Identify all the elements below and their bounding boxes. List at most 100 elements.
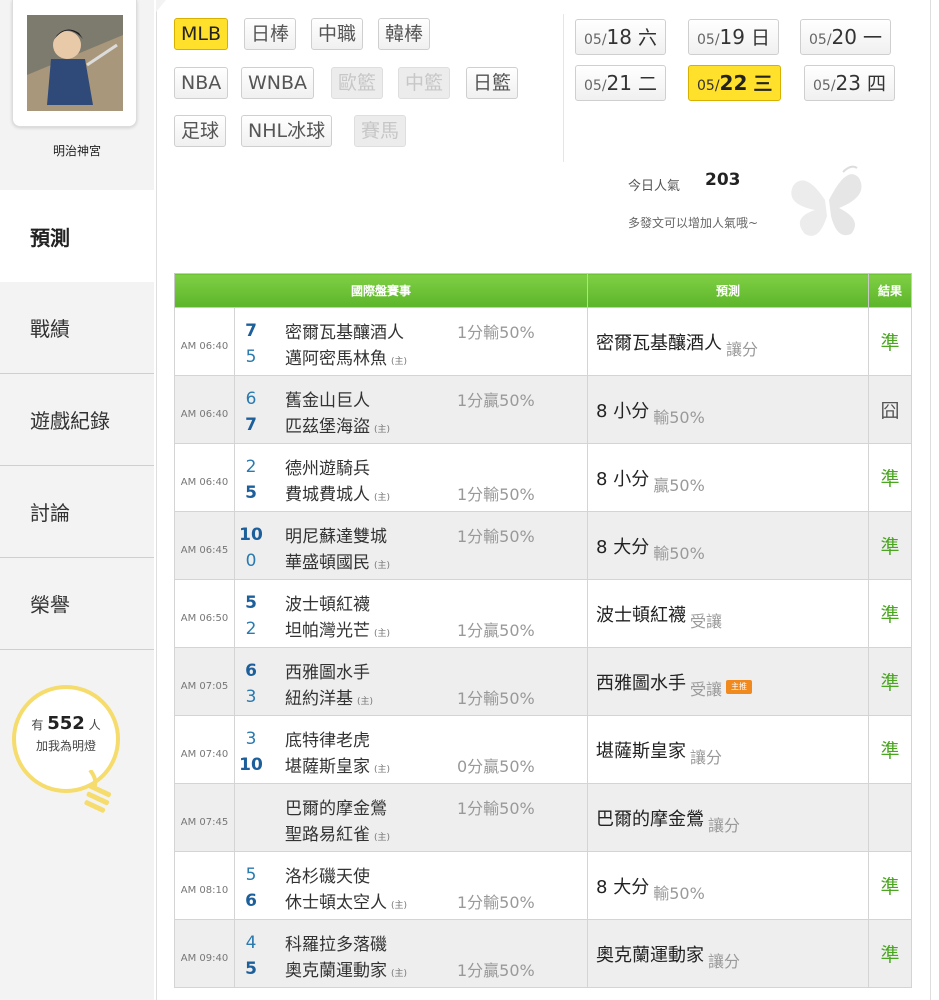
sidebar-item-record[interactable]: 戰績 <box>0 282 154 374</box>
league-tab-soccer[interactable]: 足球 <box>174 115 227 147</box>
league-label: NBA <box>181 72 222 94</box>
away-team[interactable]: 底特律老虎 <box>267 726 457 751</box>
prediction-type: 讓分 <box>708 815 741 835</box>
home-line: 5 邁阿密馬林魚 (主) <box>235 344 587 370</box>
table-row[interactable]: AM 06:40 2 德州遊騎兵 5 費城費城人 (主) 1分輸50% 8 小分 贏50% 準 <box>174 443 913 512</box>
away-team[interactable]: 波士頓紅襪 <box>267 590 457 615</box>
sidebar-item-discussion[interactable]: 討論 <box>0 466 154 558</box>
home-team[interactable]: 華盛頓國民 <box>285 553 370 573</box>
user-name[interactable]: 明治神宮 <box>0 142 154 159</box>
home-team[interactable]: 紐約洋基 <box>285 689 353 709</box>
home-team[interactable]: 邁阿密馬林魚 <box>285 349 387 369</box>
table-row[interactable]: AM 06:45 10 明尼蘇達雙城 1分輸50% 0 華盛頓國民 (主) 8 大分 輸50% 準 <box>174 511 913 580</box>
table-row[interactable]: AM 08:10 5 洛杉磯天使 6 休士頓太空人 (主) 1分輸50% 8 大分 輸50% 準 <box>174 851 913 920</box>
home-team[interactable]: 堪薩斯皇家 <box>285 757 370 777</box>
away-team[interactable]: 舊金山巨人 <box>267 386 457 411</box>
league-label: 歐籃 <box>338 72 377 94</box>
sidebar-item-game-log[interactable]: 遊戲紀錄 <box>0 374 154 466</box>
popularity-tip: 多發文可以增加人氣哦~ <box>628 216 759 230</box>
home-score: 5 <box>245 346 257 367</box>
date-day: 20 <box>831 25 857 49</box>
league-label: 中籃 <box>405 72 444 94</box>
table-row[interactable]: AM 06:40 6 舊金山巨人 1分贏50% 7 匹茲堡海盜 (主) 8 小分 輸50% 囧 <box>174 375 913 444</box>
home-line: 3 紐約洋基 (主) 1分輸50% <box>235 684 587 710</box>
home-team[interactable]: 休士頓太空人 <box>285 893 387 913</box>
date-day: 22 <box>719 71 748 95</box>
date-weekday: 二 <box>637 73 657 95</box>
date-button-0521[interactable]: 05/21 二 <box>575 65 666 101</box>
table-row[interactable]: AM 07:40 3 底特律老虎 10 堪薩斯皇家 (主) 0分贏50% 堪薩斯皇家 讓分準 <box>174 715 913 784</box>
table-body: AM 06:40 7 密爾瓦基釀酒人 1分輸50% 5 邁阿密馬林魚 (主) 密爾瓦基釀酒人讓… <box>174 307 913 988</box>
date-button-0518[interactable]: 05/18 六 <box>575 19 666 55</box>
date-day: 21 <box>606 71 632 95</box>
away-team[interactable]: 洛杉磯天使 <box>267 862 457 887</box>
home-team-cell: 堪薩斯皇家 (主) <box>267 752 457 777</box>
date-weekday: 一 <box>862 27 882 49</box>
table-row[interactable]: AM 09:40 4 科羅拉多落磯 5 奧克蘭運動家 (主) 1分贏50% 奧克蘭運動家 讓分準 <box>174 919 913 988</box>
matchup[interactable]: 6 西雅圖水手 3 紐約洋基 (主) 1分輸50% <box>233 647 589 716</box>
league-tab-nhl[interactable]: NHL冰球 <box>241 115 333 147</box>
away-line: 3 底特律老虎 <box>235 726 587 752</box>
date-weekday: 六 <box>637 27 657 49</box>
league-tab-cpbl[interactable]: 中職 <box>311 18 364 50</box>
matchup[interactable]: 巴爾的摩金鶯 1分輸50% 聖路易紅雀 (主) <box>233 783 589 852</box>
date-weekday: 三 <box>753 73 773 95</box>
date-month: 05/ <box>584 78 607 94</box>
home-team[interactable]: 匹茲堡海盜 <box>285 417 370 437</box>
prediction-pick: 堪薩斯皇家 <box>596 740 687 762</box>
away-team[interactable]: 密爾瓦基釀酒人 <box>267 318 457 343</box>
date-button-0520[interactable]: 05/20 一 <box>800 19 891 55</box>
header-prediction: 預測 <box>587 273 870 308</box>
table-row[interactable]: AM 07:45 巴爾的摩金鶯 1分輸50% 聖路易紅雀 (主) 巴爾的摩金鶯 讓分 <box>174 783 913 852</box>
away-team[interactable]: 明尼蘇達雙城 <box>267 522 457 547</box>
matchup[interactable]: 5 洛杉磯天使 6 休士頓太空人 (主) 1分輸50% <box>233 851 589 920</box>
prediction-type: 受讓 <box>690 679 723 699</box>
matchup[interactable]: 5 波士頓紅襪 2 坦帕灣光芒 (主) 1分贏50% <box>233 579 589 648</box>
odds: 1分贏50% <box>457 390 535 410</box>
table-row[interactable]: AM 06:40 7 密爾瓦基釀酒人 1分輸50% 5 邁阿密馬林魚 (主) 密爾瓦基釀酒人讓… <box>174 307 913 376</box>
date-button-0519[interactable]: 05/19 日 <box>688 19 779 55</box>
date-day: 19 <box>719 25 745 49</box>
prediction-pick: 西雅圖水手 <box>596 672 687 694</box>
odds: 1分輸50% <box>457 322 535 342</box>
home-line: 6 休士頓太空人 (主) 1分輸50% <box>235 888 587 914</box>
matchup[interactable]: 4 科羅拉多落磯 5 奧克蘭運動家 (主) 1分贏50% <box>233 919 589 988</box>
away-team[interactable]: 西雅圖水手 <box>267 658 457 683</box>
league-tab-nba[interactable]: NBA <box>174 67 229 99</box>
avatar-card[interactable] <box>12 0 137 127</box>
table-row[interactable]: AM 07:05 6 西雅圖水手 3 紐約洋基 (主) 1分輸50% 西雅圖水手 受讓 主推準 <box>174 647 913 716</box>
date-button-0522[interactable]: 05/22 三 <box>688 65 782 101</box>
league-tab-kbo[interactable]: 韓棒 <box>378 18 431 50</box>
sidebar-item-honors[interactable]: 榮譽 <box>0 558 154 650</box>
predictions-table: 國際盤賽事 預測 結果 AM 06:40 7 密爾瓦基釀酒人 1分輸50% 5 邁阿密馬林… <box>173 273 913 988</box>
matchup[interactable]: 10 明尼蘇達雙城 1分輸50% 0 華盛頓國民 (主) <box>233 511 589 580</box>
lamp-count: 552 <box>47 713 85 734</box>
home-line: 10 堪薩斯皇家 (主) 0分贏50% <box>235 752 587 778</box>
league-tab-japan-basketball[interactable]: 日籃 <box>466 67 519 99</box>
home-team[interactable]: 奧克蘭運動家 <box>285 961 387 981</box>
sidebar-item-predictions[interactable]: 預測 <box>0 190 154 282</box>
matchup[interactable]: 6 舊金山巨人 1分贏50% 7 匹茲堡海盜 (主) <box>233 375 589 444</box>
away-team[interactable]: 科羅拉多落磯 <box>267 930 457 955</box>
table-row[interactable]: AM 06:50 5 波士頓紅襪 2 坦帕灣光芒 (主) 1分贏50% 波士頓紅襪 受讓準 <box>174 579 913 648</box>
league-tab-npb[interactable]: 日棒 <box>244 18 297 50</box>
odds: 1分輸50% <box>457 892 535 912</box>
home-team[interactable]: 坦帕灣光芒 <box>285 621 370 641</box>
matchup[interactable]: 7 密爾瓦基釀酒人 1分輸50% 5 邁阿密馬林魚 (主) <box>233 307 589 376</box>
matchup[interactable]: 3 底特律老虎 10 堪薩斯皇家 (主) 0分贏50% <box>233 715 589 784</box>
home-team[interactable]: 費城費城人 <box>285 485 370 505</box>
home-team-cell: 華盛頓國民 (主) <box>267 548 457 573</box>
home-team-cell: 費城費城人 (主) <box>267 480 457 505</box>
matchup[interactable]: 2 德州遊騎兵 5 費城費城人 (主) 1分輸50% <box>233 443 589 512</box>
lamp-caption: 加我為明燈 <box>35 739 96 753</box>
home-team[interactable]: 聖路易紅雀 <box>285 825 370 845</box>
home-team-cell: 匹茲堡海盜 (主) <box>267 412 457 437</box>
league-tab-mlb[interactable]: MLB <box>174 18 229 50</box>
avatar[interactable] <box>27 15 123 111</box>
away-line: 巴爾的摩金鶯 1分輸50% <box>235 794 587 820</box>
away-team[interactable]: 德州遊騎兵 <box>267 454 457 479</box>
away-score: 2 <box>245 456 257 477</box>
away-team[interactable]: 巴爾的摩金鶯 <box>267 794 457 819</box>
league-tab-wnba[interactable]: WNBA <box>241 67 315 99</box>
date-button-0523[interactable]: 05/23 四 <box>804 65 895 101</box>
